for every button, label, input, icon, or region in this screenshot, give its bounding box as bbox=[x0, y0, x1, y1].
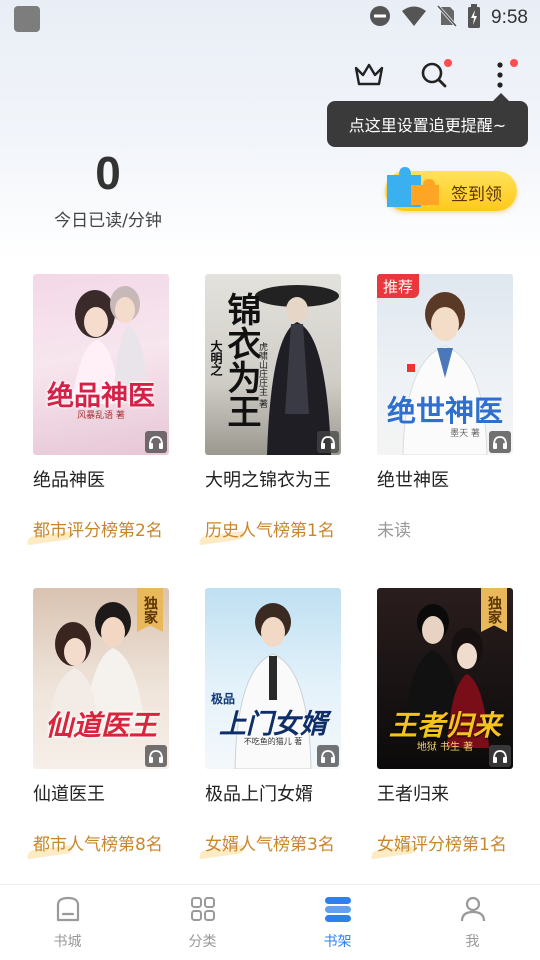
category-icon bbox=[189, 895, 217, 927]
headphones-icon bbox=[321, 436, 335, 449]
sign-in-label: 签到领 bbox=[451, 185, 502, 205]
book-card[interactable]: 绝品神医 风暴乱语 著 绝品神医 都市评分榜第2名 bbox=[26, 274, 169, 546]
nav-item-bookstore[interactable]: 书城 bbox=[0, 885, 135, 960]
book-rank: 女婿评分榜第1名 bbox=[377, 835, 507, 855]
more-vertical-icon bbox=[496, 61, 504, 93]
book-title[interactable]: 绝世神医 bbox=[377, 466, 449, 492]
update-reminder-tooltip[interactable]: 点这里设置追更提醒~ bbox=[327, 93, 528, 147]
search-icon bbox=[420, 61, 448, 93]
sign-in-button[interactable]: 签到领 bbox=[385, 167, 517, 211]
audiobook-badge bbox=[489, 745, 511, 767]
cover-illustration bbox=[71, 286, 149, 404]
nav-label: 书城 bbox=[53, 934, 82, 950]
dnd-icon bbox=[369, 5, 391, 31]
no-sim-icon bbox=[436, 4, 458, 31]
cover-prefix-text: 大明之 bbox=[209, 340, 223, 376]
today-read-minutes: 0 bbox=[95, 147, 121, 199]
book-card[interactable]: 极品 上门女婿 不吃鱼的猫儿 著 极品上门女婿 女婿人气榜第3名 bbox=[198, 588, 341, 860]
headphones-icon bbox=[149, 750, 163, 763]
status-time: 9:58 bbox=[491, 7, 528, 28]
bookshelf-icon bbox=[323, 895, 353, 927]
audiobook-badge bbox=[145, 745, 167, 767]
wifi-icon bbox=[401, 5, 427, 31]
status-bar: 9:58 bbox=[0, 0, 540, 36]
book-title[interactable]: 王者归来 bbox=[377, 780, 449, 806]
crown-icon bbox=[353, 62, 385, 92]
book-read-status: 未读 bbox=[377, 521, 411, 541]
book-title[interactable]: 极品上门女婿 bbox=[205, 780, 313, 806]
bookstore-icon bbox=[54, 895, 82, 927]
cover-author-text: 风暴乱语 著 bbox=[77, 411, 125, 421]
nav-label: 书架 bbox=[323, 934, 352, 950]
headphones-icon bbox=[321, 750, 335, 763]
cover-author-text: 虎啸山庄庄主 著 bbox=[257, 342, 267, 408]
book-cover[interactable]: 仙道医王 独家 bbox=[33, 588, 169, 769]
bottom-nav: 书城 分类 书架 我 bbox=[0, 885, 540, 960]
status-icons: 9:58 bbox=[369, 4, 528, 32]
book-title[interactable]: 绝品神医 bbox=[33, 466, 105, 492]
puzzle-reward-icon bbox=[381, 163, 443, 219]
book-card[interactable]: 锦衣为王 大明之 虎啸山庄庄主 著 大明之锦衣为王 历史人气榜第1名 bbox=[198, 274, 341, 546]
book-title[interactable]: 大明之锦衣为王 bbox=[205, 466, 331, 492]
book-cover[interactable]: 王者归来 地狱 书生 著 独家 bbox=[377, 588, 513, 769]
book-cover[interactable]: 绝世神医 墨天 著 推荐 bbox=[377, 274, 513, 455]
headphones-icon bbox=[493, 750, 507, 763]
exclusive-tag-label: 独家 bbox=[142, 596, 158, 624]
battery-charging-icon bbox=[467, 4, 481, 32]
nav-item-category[interactable]: 分类 bbox=[135, 885, 270, 960]
book-rank: 都市评分榜第2名 bbox=[33, 521, 163, 541]
book-card[interactable]: 王者归来 地狱 书生 著 独家 王者归来 女婿评分榜第1名 bbox=[370, 588, 513, 860]
nav-item-profile[interactable]: 我 bbox=[405, 885, 540, 960]
more-menu-button[interactable] bbox=[480, 57, 520, 97]
book-rank: 都市人气榜第8名 bbox=[33, 835, 163, 855]
today-read-label: 今日已读/分钟 bbox=[54, 211, 162, 231]
book-cover[interactable]: 绝品神医 风暴乱语 著 bbox=[33, 274, 169, 455]
nav-item-bookshelf[interactable]: 书架 bbox=[270, 885, 405, 960]
profile-icon bbox=[459, 895, 487, 927]
search-notification-dot bbox=[444, 59, 452, 67]
audiobook-badge bbox=[145, 431, 167, 453]
book-cover[interactable]: 锦衣为王 大明之 虎啸山庄庄主 著 bbox=[205, 274, 341, 455]
exclusive-tag-label: 独家 bbox=[486, 596, 502, 624]
audiobook-badge bbox=[489, 431, 511, 453]
recommend-tag: 推荐 bbox=[377, 274, 420, 298]
nav-label: 分类 bbox=[188, 934, 217, 950]
more-notification-dot bbox=[510, 59, 518, 67]
nav-label: 我 bbox=[465, 934, 480, 950]
audiobook-badge bbox=[317, 745, 339, 767]
headphones-icon bbox=[493, 436, 507, 449]
cover-title-text: 绝世神医 bbox=[386, 394, 503, 428]
book-cover[interactable]: 极品 上门女婿 不吃鱼的猫儿 著 bbox=[205, 588, 341, 769]
book-rank: 历史人气榜第1名 bbox=[205, 521, 335, 541]
audiobook-badge bbox=[317, 431, 339, 453]
book-title[interactable]: 仙道医王 bbox=[33, 780, 105, 806]
notification-app-icon bbox=[14, 6, 40, 32]
cover-title-text: 仙道医王 bbox=[44, 709, 157, 742]
book-card[interactable]: 仙道医王 独家 仙道医王 都市人气榜第8名 bbox=[26, 588, 169, 860]
book-card[interactable]: 绝世神医 墨天 著 推荐 绝世神医 未读 bbox=[377, 274, 513, 541]
book-rank: 女婿人气榜第3名 bbox=[205, 835, 335, 855]
search-button[interactable] bbox=[414, 57, 454, 97]
headphones-icon bbox=[149, 436, 163, 449]
vip-crown-button[interactable] bbox=[349, 57, 389, 97]
